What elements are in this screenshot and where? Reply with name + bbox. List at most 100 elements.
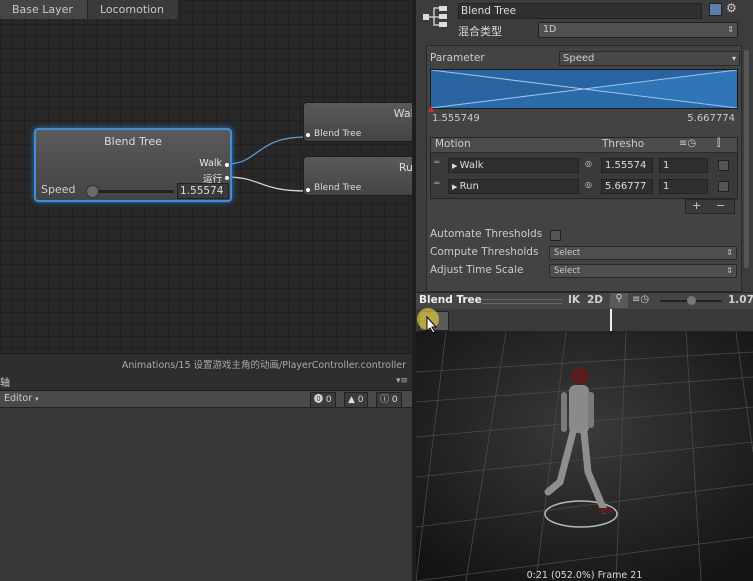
parameter-dropdown[interactable]: Speed ▾	[559, 51, 740, 66]
message-icon: ⓘ	[380, 395, 390, 405]
threshold-field-run[interactable]: 5.66777	[601, 179, 653, 194]
message-count-toggle[interactable]: ⓘ 0	[376, 392, 402, 408]
speed-field-run[interactable]: 1	[659, 179, 708, 194]
motion-field-run[interactable]: ▶ Run	[448, 179, 579, 194]
editor-dropdown[interactable]: Editor ▾	[0, 391, 43, 407]
compute-thresholds-value: Select	[554, 248, 581, 258]
motion-name-walk: Walk	[459, 160, 484, 171]
parameter-value: Speed	[563, 53, 595, 64]
2d-toggle[interactable]: 2D	[587, 294, 603, 306]
automate-thresholds-label: Automate Thresholds	[430, 228, 543, 240]
adjust-time-scale-label: Adjust Time Scale	[430, 264, 524, 276]
dropdown-arrows-icon: ⇕	[727, 25, 734, 34]
speed-slider-track[interactable]	[90, 190, 174, 193]
drag-handle-icon[interactable]: ═	[434, 179, 439, 189]
controller-path: Animations/15 设置游戏主角的动画/PlayerController…	[121, 360, 406, 371]
console-tab-glyph[interactable]: 轴	[0, 374, 10, 389]
error-icon: ⓿	[314, 395, 324, 405]
preview-viewport[interactable]: 0:21 (052.0%) Frame 21	[416, 332, 753, 581]
threshold-column-header: Thresho	[602, 138, 645, 150]
range-min[interactable]: 1.555749	[432, 113, 480, 124]
mirror-checkbox-run[interactable]	[718, 181, 729, 192]
motion-column-header: Motion	[435, 138, 471, 150]
mirror-icon: ⫿	[717, 138, 721, 149]
compute-thresholds-dropdown[interactable]: Select ⇕	[549, 246, 737, 260]
run-node[interactable]: Run Blend Tree	[303, 156, 412, 196]
console-tab-bar: 轴 ▾≡	[0, 372, 412, 391]
inspector-panel: Blend Tree ⚙ 混合类型 1D ⇕ Parameter Speed ▾…	[416, 0, 753, 292]
object-picker-icon[interactable]: ◎	[585, 180, 592, 189]
time-scale-icon: ≡◷	[679, 138, 697, 149]
port-walk-dot[interactable]	[225, 163, 229, 167]
preview-title: Blend Tree	[419, 294, 482, 306]
blend-type-value: 1D	[543, 24, 557, 35]
animator-graph[interactable]: Base Layer Locomotion Blend Tree Walk 运行…	[0, 0, 412, 372]
object-picker-icon[interactable]: ◎	[585, 159, 592, 168]
mirror-checkbox-walk[interactable]	[718, 160, 729, 171]
playback-speed-value: 1.07	[728, 294, 753, 306]
error-count: 0	[325, 395, 332, 405]
help-book-icon[interactable]	[709, 3, 722, 16]
speed-value-field[interactable]: 1.55574	[177, 183, 229, 199]
inspector-scrollbar[interactable]	[744, 50, 749, 268]
motion-row-walk: ═ ▶ Walk ◎ 1.55574 1	[431, 156, 737, 174]
motion-name-run: Run	[459, 181, 479, 192]
gear-icon[interactable]: ⚙	[726, 1, 737, 15]
run-node-input-dot[interactable]	[306, 188, 310, 192]
range-max[interactable]: 5.667774	[687, 113, 735, 124]
warning-count-toggle[interactable]: ▲ 0	[344, 392, 368, 408]
motion-table: Motion Thresho ≡◷ ⫿ ═ ▶ Walk ◎ 1.55574 1…	[430, 137, 738, 199]
anim-clip-icon: ▶	[452, 183, 460, 191]
panel-menu-icon[interactable]: ▾≡	[396, 376, 408, 386]
walk-node[interactable]: Walk Blend Tree	[303, 102, 412, 142]
motion-field-walk[interactable]: ▶ Walk	[448, 158, 579, 173]
port-walk: Walk	[199, 158, 222, 169]
run-node-title: Run	[398, 161, 412, 174]
chevron-down-icon: ▾	[35, 395, 39, 403]
pivot-icon[interactable]: ⚲	[610, 293, 628, 308]
threshold-field-walk[interactable]: 1.55574	[601, 158, 653, 173]
remove-motion-button[interactable]: −	[716, 199, 725, 212]
parameter-marker-icon[interactable]: ▲	[428, 104, 434, 113]
blend-tree-settings: Parameter Speed ▾ ▲ 1.555749 5.667774 Mo…	[426, 45, 742, 292]
blend-type-dropdown[interactable]: 1D ⇕	[538, 22, 738, 38]
add-motion-button[interactable]: +	[692, 199, 701, 212]
motion-table-header: Motion Thresho ≡◷ ⫿	[431, 138, 737, 153]
list-footer: + −	[685, 199, 735, 214]
preview-status: 0:21 (052.0%) Frame 21	[526, 570, 643, 581]
port-run-dot[interactable]	[225, 176, 229, 180]
speed-field-walk[interactable]: 1	[659, 158, 708, 173]
parameter-label: Parameter	[430, 52, 485, 64]
drag-handle-icon[interactable]: ═	[434, 158, 439, 168]
speed-slider-knob[interactable]	[86, 185, 99, 198]
chevron-down-icon: ▾	[731, 54, 736, 63]
dropdown-arrows-icon: ⇕	[726, 266, 733, 275]
automate-thresholds-checkbox[interactable]	[550, 230, 561, 241]
anim-clip-icon: ▶	[452, 162, 460, 170]
playback-speed-icon: ≡◷	[632, 294, 650, 305]
speed-param-label: Speed	[41, 183, 76, 196]
preview-toolbar: Blend Tree IK 2D ⚲ ≡◷ 1.07	[416, 292, 753, 310]
adjust-time-scale-dropdown[interactable]: Select ⇕	[549, 264, 737, 278]
mouse-cursor-icon	[426, 316, 438, 334]
walk-node-input-dot[interactable]	[306, 133, 310, 137]
playback-speed-knob[interactable]	[687, 296, 696, 305]
motion-row-run: ═ ▶ Run ◎ 5.66777 1	[431, 177, 737, 195]
timeline-playhead[interactable]	[610, 309, 612, 331]
warning-count: 0	[357, 395, 364, 405]
preview-timeline[interactable]	[416, 309, 753, 332]
message-count: 0	[391, 395, 398, 405]
preview-grid-floor	[416, 332, 753, 581]
adjust-time-scale-value: Select	[554, 266, 581, 276]
warning-icon: ▲	[348, 395, 355, 405]
blend-tree-node-title: Blend Tree	[104, 135, 162, 148]
blend-weight-curves	[431, 70, 737, 108]
blend-tree-node[interactable]: Blend Tree Walk 运行 Speed 1.55574	[34, 128, 232, 202]
walk-node-subtitle: Blend Tree	[314, 129, 362, 139]
error-count-toggle[interactable]: ⓿ 0	[310, 392, 336, 408]
blend-tree-name-field[interactable]: Blend Tree	[458, 3, 702, 19]
compute-thresholds-label: Compute Thresholds	[430, 246, 539, 258]
ik-toggle[interactable]: IK	[568, 294, 580, 306]
drag-grip[interactable]	[482, 299, 562, 304]
blend-graph[interactable]	[430, 69, 738, 109]
